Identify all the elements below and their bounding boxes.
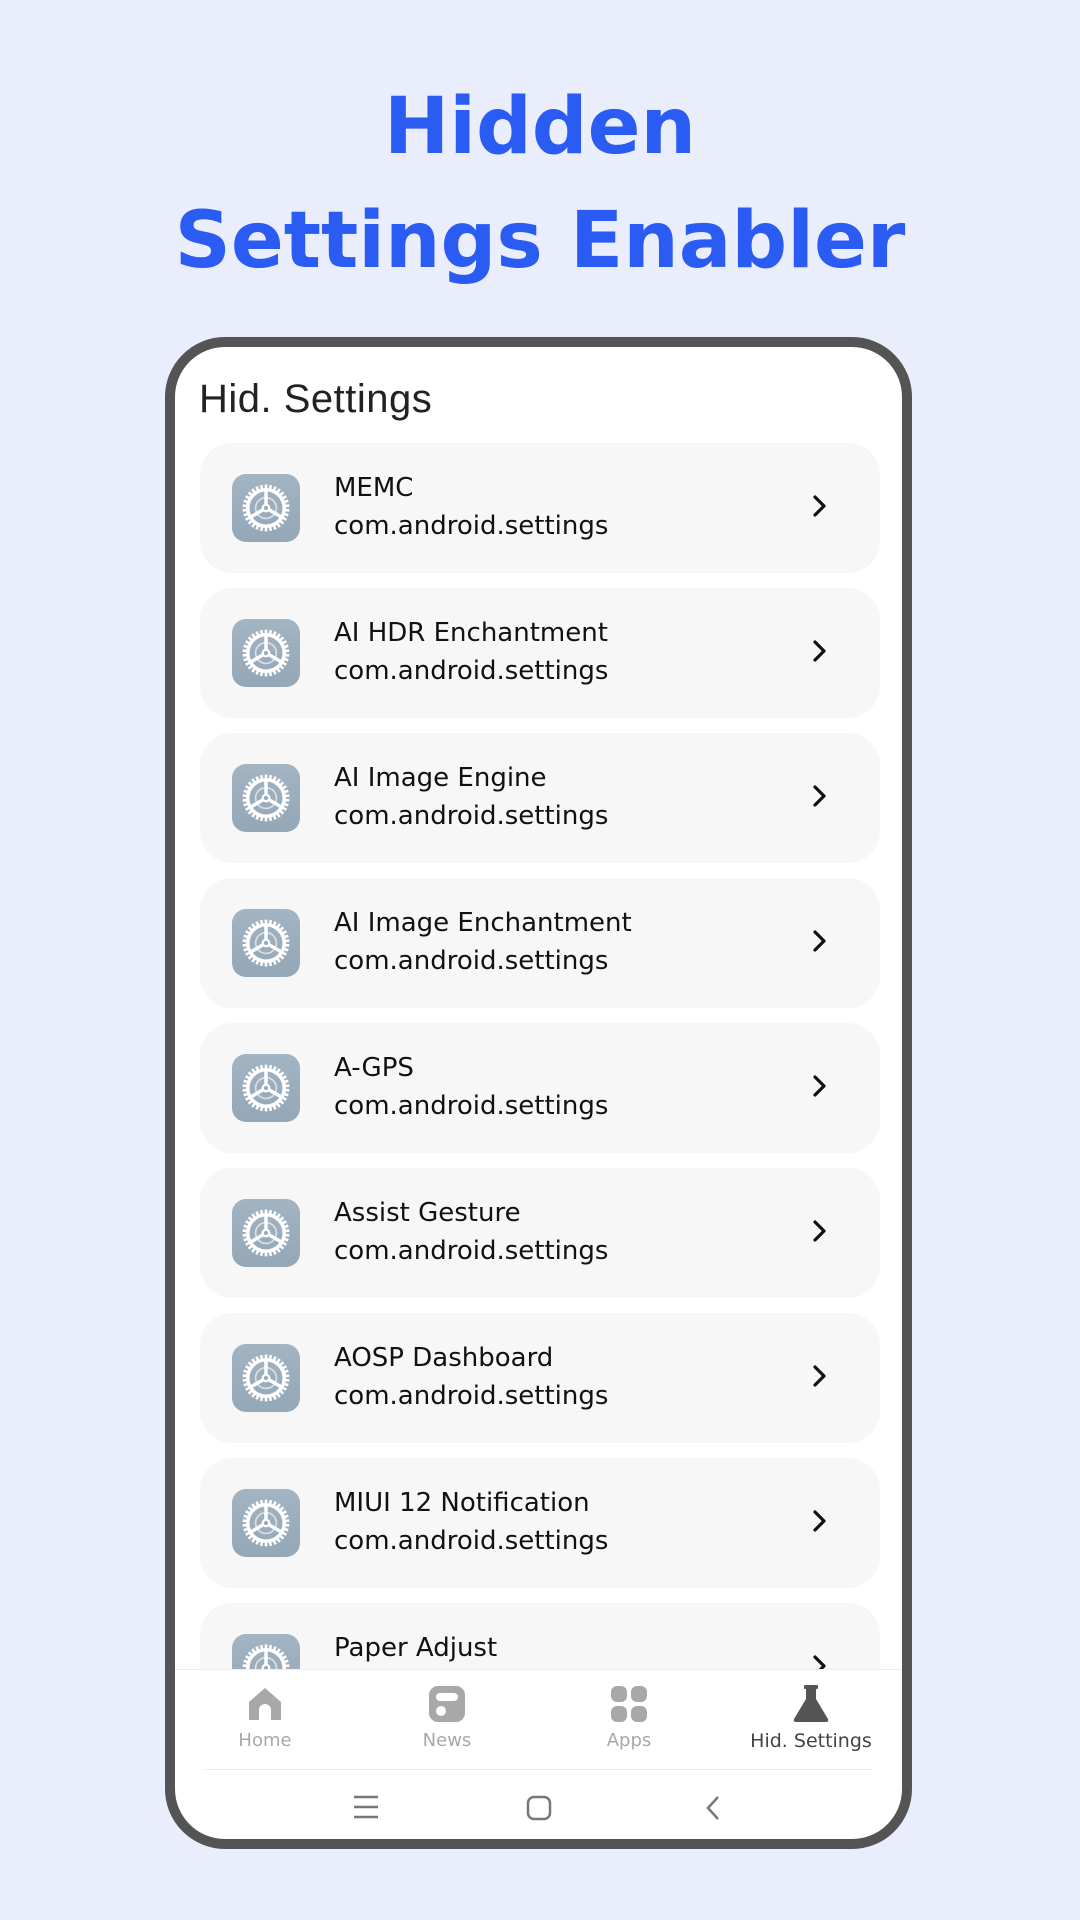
nav-hid-settings-label: Hid. Settings — [750, 1730, 872, 1752]
item-title: Paper Adjust — [334, 1633, 498, 1663]
nav-home[interactable]: Home — [175, 1670, 355, 1770]
item-package: com.android.settings — [334, 1091, 609, 1121]
headline-line2: Settings Enabler — [174, 196, 906, 286]
list-item[interactable]: AI HDR Enchantment com.android.settings — [200, 588, 880, 718]
item-package: com.android.settings — [334, 801, 609, 831]
list-item[interactable]: A-GPS com.android.settings — [200, 1023, 880, 1153]
item-title: AI Image Engine — [334, 763, 547, 793]
settings-gear-icon — [232, 1344, 300, 1412]
list-item[interactable]: AOSP Dashboard com.android.settings — [200, 1313, 880, 1443]
nav-hid-settings[interactable]: Hid. Settings — [721, 1670, 901, 1770]
item-package: com.android.settings — [334, 511, 609, 541]
settings-gear-icon — [232, 1199, 300, 1267]
list-item[interactable]: Paper Adjust com.android.settings — [200, 1603, 880, 1676]
item-title: Assist Gesture — [334, 1198, 521, 1228]
nav-apps-label: Apps — [606, 1730, 652, 1751]
item-title: MIUI 12 Notification — [334, 1488, 590, 1518]
home-icon — [249, 1688, 281, 1720]
screen-title: Hid. Settings — [199, 377, 433, 421]
menu-icon[interactable] — [352, 1794, 380, 1820]
list-item[interactable]: Assist Gesture com.android.settings — [200, 1168, 880, 1298]
item-package: com.android.settings — [334, 1526, 609, 1556]
chevron-right-icon — [813, 785, 826, 807]
list-item[interactable]: AI Image Enchantment com.android.setting… — [200, 878, 880, 1008]
system-nav-bar — [175, 1770, 902, 1839]
phone-frame: Hid. Settings MEMC com.android.settings … — [165, 337, 912, 1849]
chevron-right-icon — [813, 1075, 826, 1097]
settings-gear-icon — [232, 1054, 300, 1122]
nav-news[interactable]: News — [357, 1670, 537, 1770]
chevron-right-icon — [813, 1220, 826, 1242]
headline-line1: Hidden — [383, 82, 697, 172]
settings-gear-icon — [232, 619, 300, 687]
item-title: AI HDR Enchantment — [334, 618, 608, 648]
list-item[interactable]: MEMC com.android.settings — [200, 443, 880, 573]
nav-news-label: News — [422, 1730, 472, 1751]
nav-apps[interactable]: Apps — [539, 1670, 719, 1770]
headline: Hidden Settings Enabler — [0, 70, 1080, 298]
item-title: A-GPS — [334, 1053, 414, 1083]
chevron-right-icon — [813, 1510, 826, 1532]
chevron-right-icon — [813, 930, 826, 952]
chevron-right-icon — [813, 495, 826, 517]
settings-gear-icon — [232, 764, 300, 832]
bottom-nav: Home News Apps Hid. Settings — [175, 1669, 902, 1770]
back-icon[interactable] — [703, 1794, 723, 1822]
flask-icon — [793, 1685, 829, 1722]
news-icon — [429, 1686, 465, 1722]
chevron-right-icon — [813, 640, 826, 662]
home-square-icon[interactable] — [525, 1794, 553, 1822]
settings-gear-icon — [232, 1489, 300, 1557]
item-title: AI Image Enchantment — [334, 908, 632, 938]
settings-list[interactable]: MEMC com.android.settings AI HDR Enchant… — [200, 443, 880, 1676]
settings-gear-icon — [232, 909, 300, 977]
item-title: AOSP Dashboard — [334, 1343, 554, 1373]
item-package: com.android.settings — [334, 1236, 609, 1266]
item-package: com.android.settings — [334, 656, 609, 686]
item-package: com.android.settings — [334, 1381, 609, 1411]
chevron-right-icon — [813, 1365, 826, 1387]
item-title: MEMC — [334, 473, 414, 503]
list-item[interactable]: MIUI 12 Notification com.android.setting… — [200, 1458, 880, 1588]
list-item[interactable]: AI Image Engine com.android.settings — [200, 733, 880, 863]
nav-home-label: Home — [238, 1730, 292, 1751]
apps-grid-icon — [611, 1686, 647, 1722]
settings-gear-icon — [232, 474, 300, 542]
item-package: com.android.settings — [334, 946, 609, 976]
